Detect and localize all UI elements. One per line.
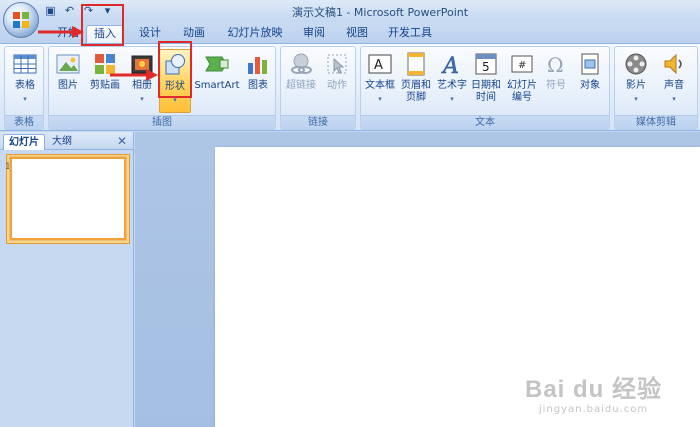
picture-button[interactable]: 图片: [53, 51, 83, 92]
textbox-button[interactable]: A 文本框 ▾: [363, 51, 397, 105]
tab-insert[interactable]: 插入: [86, 25, 124, 43]
sound-dropdown-icon: ▾: [672, 95, 676, 103]
svg-text:5: 5: [482, 60, 490, 74]
picture-icon: [55, 51, 81, 77]
photo-album-dropdown-icon: ▾: [140, 95, 144, 103]
shapes-icon: [162, 52, 188, 78]
group-media: 影片 ▾ 声音 ▾ 媒体剪辑: [614, 46, 698, 130]
slide-number-button[interactable]: # 幻灯片 编号: [505, 51, 539, 104]
date-time-button[interactable]: 5 日期和 时间: [469, 51, 503, 104]
tab-home[interactable]: 开始: [52, 25, 84, 43]
watermark-url: jingyan.baidu.com: [538, 404, 649, 415]
header-footer-icon: [403, 51, 429, 77]
group-label-illustrations: 插图: [49, 115, 275, 129]
textbox-icon: A: [367, 51, 393, 77]
svg-text:A: A: [374, 58, 383, 73]
smartart-icon: [204, 51, 230, 77]
table-icon: [12, 51, 38, 77]
ribbon-tab-row: 开始 插入 设计 动画 幻灯片放映 审阅 视图 开发工具: [0, 22, 700, 43]
movie-button[interactable]: 影片 ▾: [619, 51, 653, 105]
group-label-tables: 表格: [5, 115, 43, 129]
svg-text:Ω: Ω: [547, 53, 564, 77]
slide-thumbnail[interactable]: [10, 157, 126, 240]
film-reel-icon: [623, 51, 649, 77]
wordart-dropdown-icon: ▾: [450, 95, 454, 103]
wordart-icon: A: [439, 51, 465, 80]
photo-album-button[interactable]: 相册 ▾: [127, 51, 157, 105]
header-footer-button[interactable]: 页眉和 页脚: [399, 51, 433, 104]
movie-dropdown-icon: ▾: [634, 95, 638, 103]
sound-button[interactable]: 声音 ▾: [657, 51, 691, 105]
group-label-links: 链接: [281, 115, 355, 129]
action-icon: [324, 51, 350, 77]
action-button[interactable]: 动作: [321, 51, 353, 92]
smartart-button[interactable]: SmartArt: [193, 51, 241, 92]
tab-slideshow[interactable]: 幻灯片放映: [224, 25, 286, 43]
office-logo-icon: [13, 12, 30, 29]
window-title: 演示文稿1 - Microsoft PowerPoint: [291, 6, 469, 19]
slides-panel: 幻灯片 大纲 ✕ 1: [0, 132, 134, 427]
wordart-button[interactable]: A 艺术字 ▾: [435, 51, 469, 105]
group-label-media: 媒体剪辑: [615, 115, 697, 129]
ribbon: 表格 ▾ 表格 图片 剪贴画 相册 ▾ 形状 ▾ SmartArt 图表 插图 …: [0, 43, 700, 131]
watermark: Bai du 经验 jingyan.baidu.com: [525, 369, 662, 415]
tab-developer[interactable]: 开发工具: [384, 25, 436, 43]
speaker-icon: [661, 51, 687, 77]
panel-tabs: 幻灯片 大纲 ✕: [0, 132, 133, 150]
group-tables: 表格 ▾ 表格: [4, 46, 44, 130]
svg-text:A: A: [441, 54, 459, 77]
tab-review[interactable]: 审阅: [298, 25, 330, 43]
title-bar: ▣ ↶ ↷ ▾ 演示文稿1 - Microsoft PowerPoint: [0, 0, 700, 22]
shapes-button[interactable]: 形状 ▾: [159, 49, 191, 113]
photo-album-icon: [129, 51, 155, 77]
object-button[interactable]: 对象: [573, 51, 607, 92]
hyperlink-icon: [288, 51, 314, 77]
tab-animations[interactable]: 动画: [178, 25, 210, 43]
tab-slides[interactable]: 幻灯片: [3, 134, 45, 150]
tab-design[interactable]: 设计: [134, 25, 166, 43]
watermark-logo: Bai du 经验: [524, 376, 662, 403]
table-dropdown-icon: ▾: [23, 95, 27, 103]
slide-number-icon: #: [509, 51, 535, 77]
group-label-text: 文本: [361, 115, 609, 129]
symbol-button[interactable]: Ω 符号: [541, 51, 571, 92]
hyperlink-button[interactable]: 超链接: [283, 51, 319, 92]
clipart-icon: [92, 51, 118, 77]
chart-button[interactable]: 图表: [243, 51, 273, 92]
group-links: 超链接 动作 链接: [280, 46, 356, 130]
group-illustrations: 图片 剪贴画 相册 ▾ 形状 ▾ SmartArt 图表 插图: [48, 46, 276, 130]
calendar-icon: 5: [473, 51, 499, 77]
shapes-dropdown-icon: ▾: [173, 96, 177, 104]
panel-close-icon[interactable]: ✕: [117, 134, 127, 148]
tab-view[interactable]: 视图: [341, 25, 373, 43]
office-button[interactable]: [3, 2, 39, 38]
svg-text:#: #: [518, 60, 526, 71]
table-button[interactable]: 表格 ▾: [7, 51, 43, 105]
textbox-dropdown-icon: ▾: [378, 95, 382, 103]
clipart-button[interactable]: 剪贴画: [87, 51, 123, 92]
tab-outline[interactable]: 大纲: [47, 134, 77, 150]
group-text: A 文本框 ▾ 页眉和 页脚 A 艺术字 ▾ 5 日期和 时间 # 幻灯片 编号…: [360, 46, 610, 130]
omega-icon: Ω: [543, 51, 569, 77]
chart-icon: [245, 51, 271, 77]
object-icon: [577, 51, 603, 77]
